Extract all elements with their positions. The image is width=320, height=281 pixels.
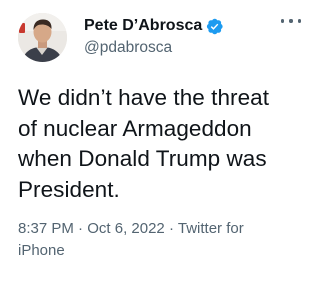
tweet-date[interactable]: Oct 6, 2022: [87, 220, 165, 237]
more-dot: [281, 19, 285, 23]
meta-separator: ·: [168, 220, 174, 237]
tweet-text-line: of nuclear Armageddon: [18, 115, 252, 141]
tweet-metadata-line-1: 8:37 PM · Oct 6, 2022 · Twitter for: [18, 218, 308, 240]
more-dot: [297, 19, 301, 23]
avatar[interactable]: [18, 13, 67, 62]
tweet-text-line: when Donald Trump was: [18, 146, 267, 171]
tweet-card: Pete D’Abrosca @pdabrosca We didn’t have…: [0, 0, 319, 281]
author-handle[interactable]: @pdabrosca: [84, 38, 172, 57]
tweet-metadata: 8:37 PM · Oct 6, 2022 · Twitter for iPho…: [18, 218, 308, 262]
tweet-text-line: We didn’t have the threat: [18, 85, 269, 110]
tweet-metadata-line-2: iPhone: [18, 240, 308, 262]
more-icon[interactable]: [281, 14, 301, 28]
avatar-photo: [18, 13, 67, 62]
tweet-source-cont[interactable]: iPhone: [18, 242, 65, 259]
tweet-text-line: President.: [18, 176, 120, 202]
meta-separator: ·: [78, 220, 84, 237]
display-name[interactable]: Pete D’Abrosca: [84, 16, 202, 36]
more-dot: [289, 19, 293, 23]
verified-badge-icon[interactable]: [205, 17, 224, 36]
tweet-source[interactable]: Twitter for: [178, 220, 244, 237]
author-name-row[interactable]: Pete D’Abrosca: [84, 16, 224, 36]
tweet-text: We didn’t have the threat of nuclear Arm…: [18, 83, 313, 205]
tweet-time[interactable]: 8:37 PM: [18, 220, 74, 237]
